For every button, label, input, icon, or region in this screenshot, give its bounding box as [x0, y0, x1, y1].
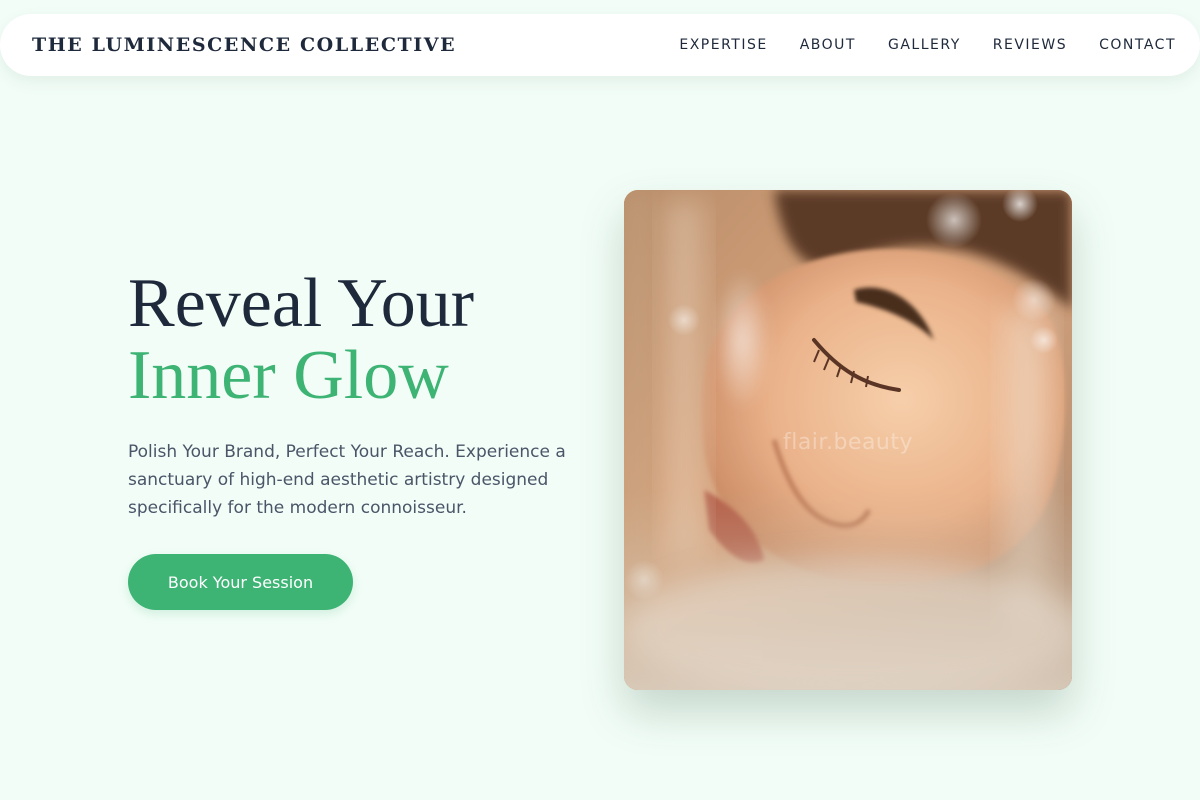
main-nav: EXPERTISE ABOUT GALLERY REVIEWS CONTACT	[647, 37, 1176, 53]
nav-link-expertise[interactable]: EXPERTISE	[679, 37, 767, 53]
hero-headline-line-1: Reveal Your	[128, 265, 475, 342]
book-session-button[interactable]: Book Your Session	[128, 554, 353, 610]
image-watermark: flair.beauty	[782, 430, 914, 455]
nav-link-reviews[interactable]: REVIEWS	[993, 37, 1067, 53]
nav-link-contact[interactable]: CONTACT	[1099, 37, 1176, 53]
nav-link-about[interactable]: ABOUT	[800, 37, 856, 53]
hero-headline: Reveal Your Inner Glow	[128, 268, 598, 412]
top-navbar: THE LUMINESCENCE COLLECTIVE EXPERTISE AB…	[0, 14, 1200, 76]
hero-image: flair.beauty	[624, 190, 1072, 690]
brand-logo-text[interactable]: THE LUMINESCENCE COLLECTIVE	[32, 34, 456, 56]
hero-subtext: Polish Your Brand, Perfect Your Reach. E…	[128, 442, 566, 518]
hero-text-block: Reveal Your Inner Glow Polish Your Brand…	[128, 268, 598, 522]
nav-link-gallery[interactable]: GALLERY	[888, 37, 961, 53]
hero-headline-line-2: Inner Glow	[128, 337, 449, 414]
